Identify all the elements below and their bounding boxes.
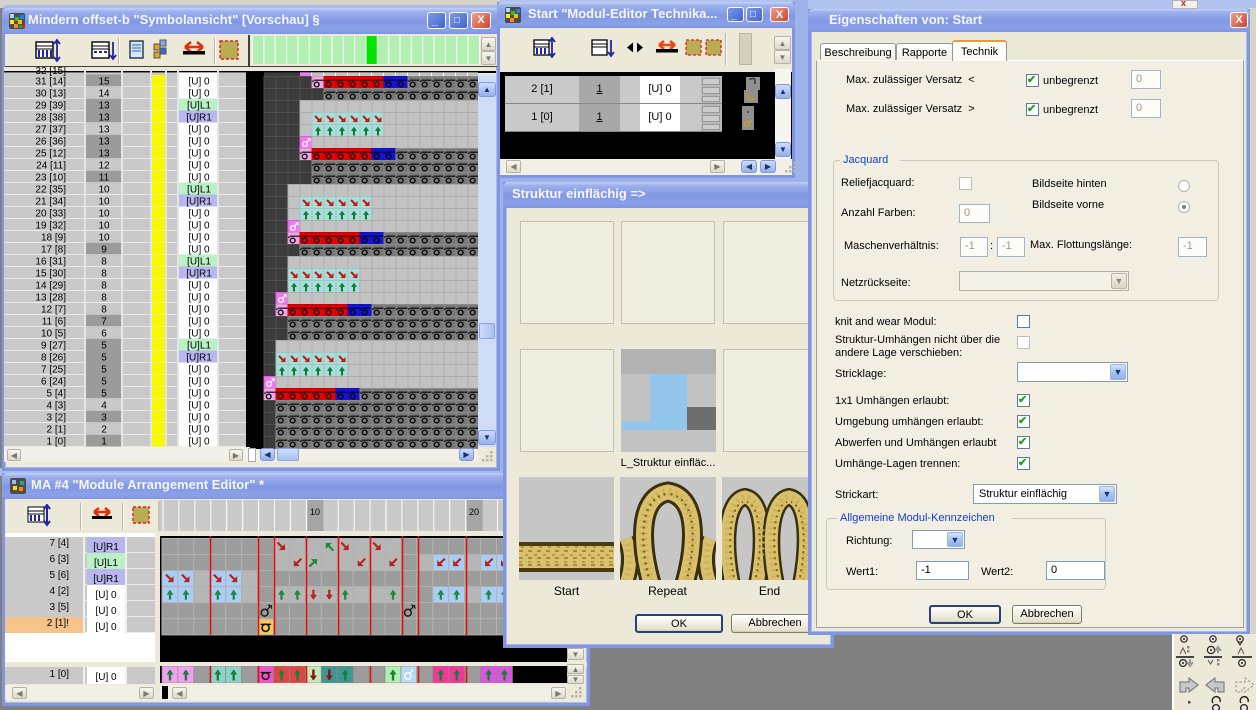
svg-text:10: 10	[98, 209, 110, 220]
svg-text:8: 8	[101, 281, 107, 292]
svg-text:30 [13]: 30 [13]	[35, 89, 66, 100]
svg-text:11 [6]: 11 [6]	[42, 317, 66, 328]
svg-text:15: 15	[98, 77, 110, 88]
svg-text:[U]L1: [U]L1	[187, 341, 211, 352]
svg-text:10: 10	[98, 221, 110, 232]
svg-text:22 [35]: 22 [35]	[35, 185, 66, 196]
svg-text:1: 1	[101, 437, 107, 448]
svg-text:12: 12	[98, 161, 110, 172]
svg-text:18 [9]: 18 [9]	[41, 233, 66, 244]
svg-text:[U] 0: [U] 0	[188, 365, 210, 376]
svg-text:[U] 0: [U] 0	[188, 305, 210, 316]
svg-text:[U]R1: [U]R1	[186, 353, 212, 364]
svg-text:32 [15]: 32 [15]	[35, 67, 66, 77]
svg-text:20 [33]: 20 [33]	[35, 209, 66, 220]
svg-text:10: 10	[98, 185, 110, 196]
svg-text:13 [28]: 13 [28]	[35, 293, 66, 304]
svg-text:9 [27]: 9 [27]	[41, 341, 66, 352]
svg-text:[U] 0: [U] 0	[188, 401, 210, 412]
svg-text:19 [32]: 19 [32]	[35, 221, 66, 232]
svg-text:[U]L1: [U]L1	[187, 257, 211, 268]
svg-text:[U] 0: [U] 0	[188, 173, 210, 184]
svg-text:7: 7	[101, 317, 107, 328]
svg-text:[U] 0: [U] 0	[188, 425, 210, 436]
svg-text:10: 10	[98, 197, 110, 208]
svg-text:[U] 0: [U] 0	[188, 317, 210, 328]
svg-text:12 [7]: 12 [7]	[41, 305, 66, 316]
svg-text:13: 13	[98, 113, 110, 124]
svg-text:[U] 0: [U] 0	[188, 413, 210, 424]
svg-text:13: 13	[98, 149, 110, 160]
svg-text:[U] 0: [U] 0	[188, 233, 210, 244]
svg-text:8: 8	[101, 293, 107, 304]
svg-text:[U] 0: [U] 0	[188, 281, 210, 292]
svg-text:[U]R1: [U]R1	[186, 269, 212, 280]
svg-text:[U]L1: [U]L1	[187, 185, 211, 196]
svg-text:[U] 0: [U] 0	[188, 377, 210, 388]
svg-text:[U] 0: [U] 0	[188, 77, 210, 88]
svg-text:20: 20	[469, 507, 479, 517]
svg-text:[U] 0: [U] 0	[188, 293, 210, 304]
svg-text:8: 8	[101, 269, 107, 280]
svg-text:[U] 0: [U] 0	[188, 89, 210, 100]
svg-text:5: 5	[101, 341, 107, 352]
svg-text:26 [36]: 26 [36]	[35, 137, 66, 148]
svg-text:13: 13	[98, 137, 110, 148]
svg-text:4: 4	[101, 401, 107, 412]
svg-text:13: 13	[98, 125, 110, 136]
svg-text:5: 5	[101, 365, 107, 376]
svg-text:[U] 0: [U] 0	[188, 245, 210, 256]
svg-text:3 [2]: 3 [2]	[47, 413, 67, 424]
svg-text:8: 8	[101, 257, 107, 268]
svg-text:15 [30]: 15 [30]	[35, 269, 66, 280]
svg-text:[U] 0: [U] 0	[188, 221, 210, 232]
svg-text:25 [12]: 25 [12]	[35, 149, 66, 160]
svg-text:11: 11	[99, 173, 110, 184]
svg-text:[U] 0: [U] 0	[188, 389, 210, 400]
svg-text:28 [38]: 28 [38]	[35, 113, 66, 124]
svg-text:[U] 0: [U] 0	[188, 329, 210, 340]
svg-text:2 [1]: 2 [1]	[47, 425, 67, 436]
svg-text:16 [31]: 16 [31]	[35, 257, 66, 268]
svg-text:5: 5	[101, 377, 107, 388]
svg-text:29 [39]: 29 [39]	[35, 101, 66, 112]
svg-text:14 [29]: 14 [29]	[35, 281, 66, 292]
svg-text:27 [37]: 27 [37]	[35, 125, 66, 136]
svg-text:17 [8]: 17 [8]	[41, 245, 66, 256]
svg-text:[U]L1: [U]L1	[187, 101, 211, 112]
svg-text:1 [0]: 1 [0]	[47, 437, 67, 448]
svg-text:5: 5	[101, 389, 107, 400]
svg-text:2: 2	[101, 425, 107, 436]
svg-text:6 [24]: 6 [24]	[41, 377, 66, 388]
svg-text:9: 9	[101, 245, 107, 256]
svg-text:[U] 0: [U] 0	[188, 149, 210, 160]
svg-text:[U] 0: [U] 0	[188, 161, 210, 172]
svg-text:24 [11]: 24 [11]	[36, 161, 66, 172]
svg-text:8 [26]: 8 [26]	[41, 353, 66, 364]
svg-text:3: 3	[101, 413, 107, 424]
svg-text:7 [25]: 7 [25]	[41, 365, 66, 376]
svg-text:13: 13	[98, 101, 110, 112]
svg-text:10 [5]: 10 [5]	[41, 329, 66, 340]
svg-text:6: 6	[101, 329, 107, 340]
svg-text:5 [4]: 5 [4]	[47, 389, 67, 400]
svg-text:5: 5	[101, 353, 107, 364]
svg-text:[U] 0: [U] 0	[188, 437, 210, 448]
svg-text:23 [10]: 23 [10]	[35, 173, 66, 184]
svg-text:14: 14	[98, 89, 110, 100]
svg-text:31 [14]: 31 [14]	[35, 77, 66, 88]
svg-text:[U]R1: [U]R1	[186, 197, 212, 208]
svg-text:10: 10	[98, 233, 110, 244]
svg-text:[U] 0: [U] 0	[188, 209, 210, 220]
svg-text:21 [34]: 21 [34]	[35, 197, 66, 208]
svg-text:[U] 0: [U] 0	[188, 137, 210, 148]
svg-text:[U]R1: [U]R1	[186, 113, 212, 124]
svg-text:8: 8	[101, 305, 107, 316]
svg-text:10: 10	[310, 507, 320, 517]
svg-text:[U] 0: [U] 0	[188, 125, 210, 136]
svg-text:4 [3]: 4 [3]	[47, 401, 67, 412]
